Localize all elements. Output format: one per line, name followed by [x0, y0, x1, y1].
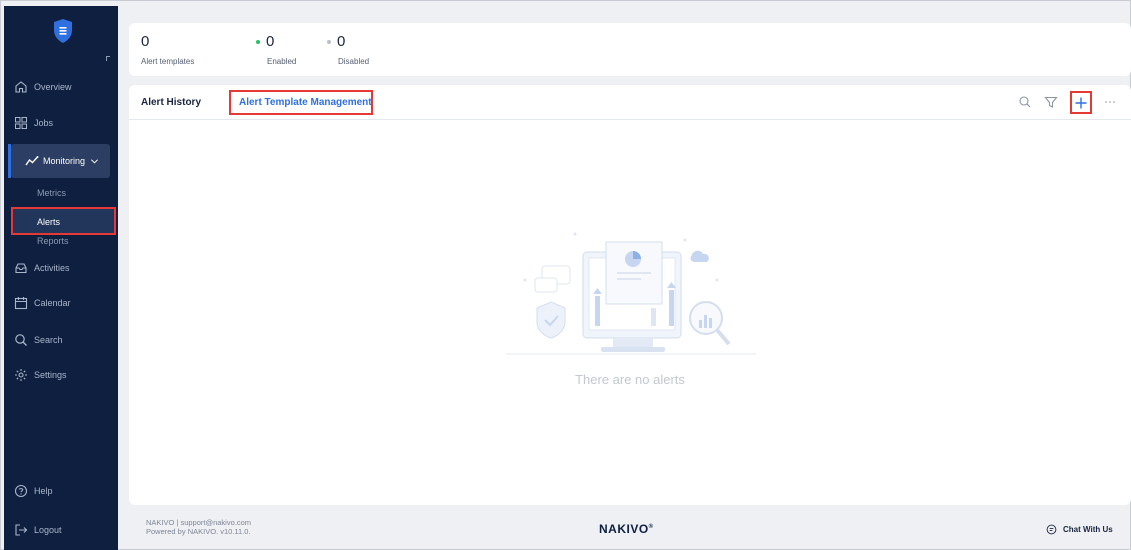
add-alert-template-button[interactable]: [1074, 96, 1088, 110]
sidebar-item-monitoring[interactable]: Monitoring: [8, 144, 110, 178]
chat-with-us-button[interactable]: Chat With Us: [1046, 524, 1113, 535]
sidebar-item-overview[interactable]: Overview: [14, 76, 72, 98]
calendar-icon: [14, 297, 28, 310]
stat-enabled: 0 Enabled: [256, 33, 296, 66]
collapse-sidebar-icon[interactable]: [106, 56, 110, 61]
sidebar-item-label: Settings: [34, 370, 67, 380]
gear-icon: [15, 369, 27, 381]
footer-info: NAKIVO | support@nakivo.com Powered by N…: [146, 518, 251, 536]
stat-alert-templates: 0 Alert templates: [141, 33, 194, 66]
stat-label: Disabled: [338, 57, 370, 66]
stat-label: Alert templates: [141, 57, 195, 66]
tab-alert-history[interactable]: Alert History: [141, 97, 201, 108]
stat-value: 0: [141, 33, 150, 50]
sidebar-item-label: Activities: [34, 263, 70, 273]
brand-name: NAKIVO: [599, 522, 649, 536]
disabled-dot-icon: [327, 40, 331, 45]
logout-icon: [15, 524, 28, 536]
empty-state-message: There are no alerts: [575, 372, 685, 387]
sidebar-item-label: Logout: [34, 525, 62, 535]
empty-state-illustration: [506, 232, 756, 355]
sidebar-item-label: Calendar: [34, 298, 71, 308]
home-icon: [15, 81, 27, 93]
chevron-down-icon: [91, 158, 99, 164]
stat-disabled: 0 Disabled: [327, 33, 369, 66]
tab-alert-template-management[interactable]: Alert Template Management: [239, 97, 372, 108]
tabs-bar: Alert History Alert Template Management: [129, 85, 1131, 120]
sidebar-item-label: Search: [34, 335, 63, 345]
chart-line-icon: [25, 156, 39, 166]
sidebar-item-label: Jobs: [34, 118, 54, 128]
sidebar-subitem-label: Alerts: [37, 217, 61, 227]
sidebar-subitem-metrics[interactable]: Metrics: [37, 188, 66, 198]
chat-bubble-icon: [1046, 524, 1057, 535]
alerts-panel: Alert History Alert Template Management: [129, 85, 1131, 505]
sidebar-item-calendar[interactable]: Calendar: [14, 292, 71, 314]
footer-version-line: Powered by NAKIVO. v10.11.0.: [146, 527, 251, 536]
sidebar-item-activities[interactable]: Activities: [14, 257, 70, 279]
sidebar-subitem-alerts[interactable]: Alerts: [11, 207, 116, 235]
sidebar-item-logout[interactable]: Logout: [14, 519, 62, 541]
alert-stats-card: 0 Alert templates 0 Enabled 0 Disabled: [129, 23, 1131, 76]
sidebar-subitem-reports[interactable]: Reports: [37, 236, 69, 246]
stat-label: Enabled: [267, 57, 297, 66]
stat-value: 0: [266, 33, 275, 50]
sidebar-item-settings[interactable]: Settings: [14, 364, 67, 386]
search-icon: [15, 334, 27, 346]
sidebar-item-jobs[interactable]: Jobs: [14, 112, 53, 134]
filter-icon[interactable]: [1044, 95, 1058, 109]
brand-registered-mark: ®: [648, 524, 654, 530]
sidebar-item-label: Monitoring: [43, 156, 86, 166]
sidebar-item-help[interactable]: Help: [14, 480, 53, 502]
inbox-icon: [15, 263, 27, 274]
footer-support-line: NAKIVO | support@nakivo.com: [146, 518, 252, 527]
nakivo-logo: NAKIVO®: [599, 522, 654, 536]
sidebar-item-label: Help: [34, 486, 53, 496]
chat-with-us-label: Chat With Us: [1063, 525, 1113, 534]
search-icon[interactable]: [1018, 95, 1032, 109]
sidebar-item-search[interactable]: Search: [14, 329, 63, 351]
help-icon: [14, 484, 28, 498]
enabled-dot-icon: [256, 40, 260, 45]
shield-logo-icon[interactable]: [52, 18, 74, 44]
sidebar: Overview Jobs Monitoring Metrics Alerts …: [4, 6, 118, 550]
stat-value: 0: [337, 33, 346, 50]
sidebar-item-label: Overview: [34, 82, 72, 92]
more-options-icon[interactable]: [1103, 95, 1117, 109]
grid-icon: [15, 117, 27, 129]
